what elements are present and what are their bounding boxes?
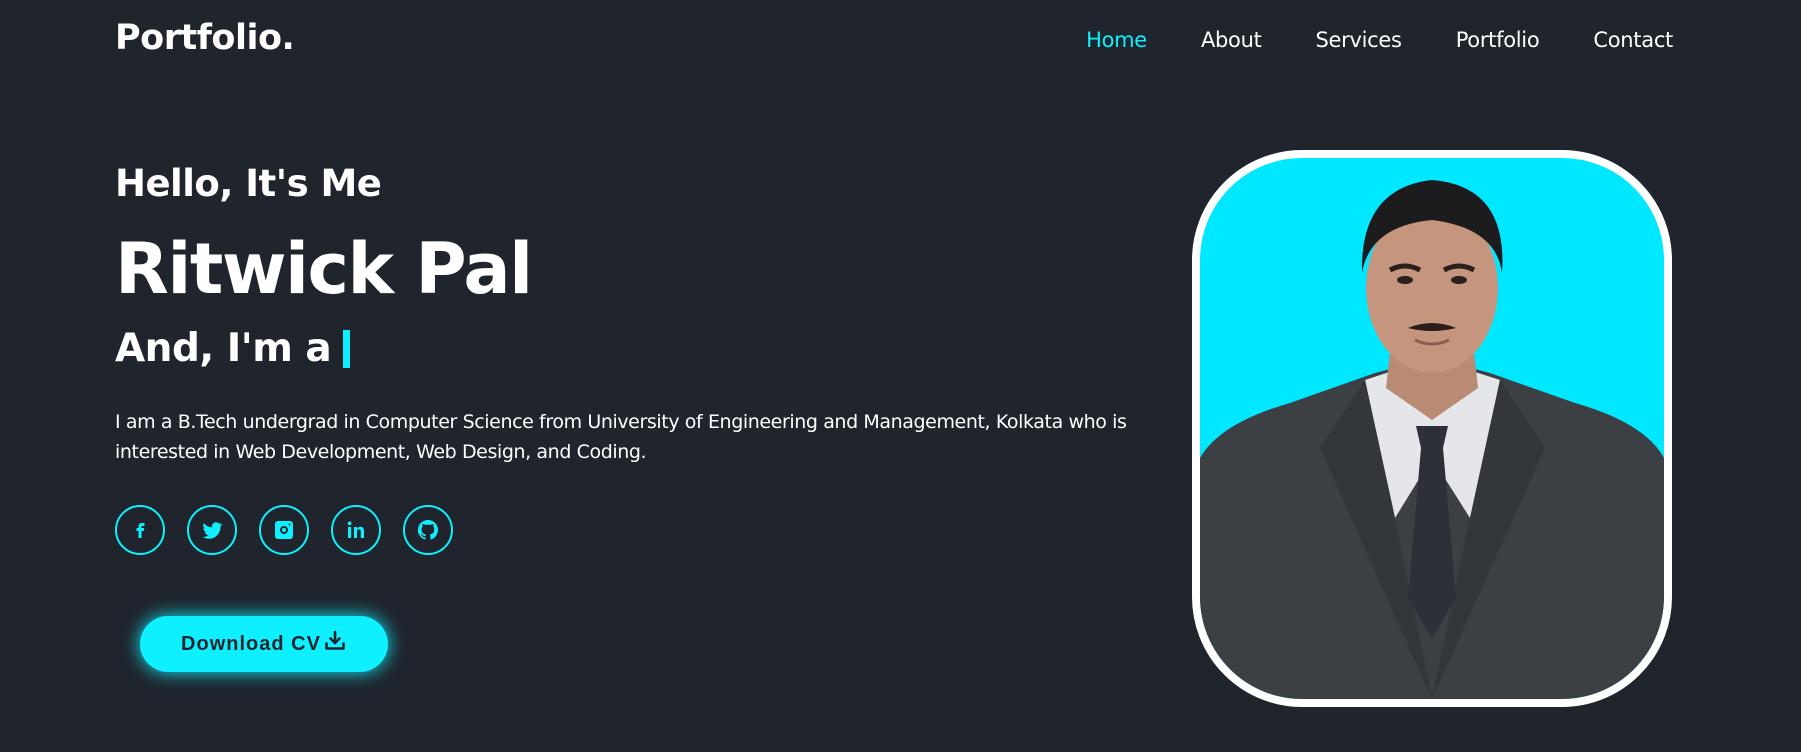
twitter-link[interactable]	[187, 505, 237, 555]
linkedin-icon	[347, 521, 364, 538]
nav-services[interactable]: Services	[1316, 28, 1402, 52]
instagram-icon	[275, 521, 293, 539]
instagram-link[interactable]	[259, 505, 309, 555]
hero-role-prefix: And, I'm a	[115, 326, 332, 371]
hero-role: And, I'm a	[115, 326, 351, 371]
hero-greeting: Hello, It's Me	[115, 162, 382, 205]
hero-bio: I am a B.Tech undergrad in Computer Scie…	[115, 411, 1127, 463]
nav-portfolio[interactable]: Portfolio	[1456, 28, 1540, 52]
github-icon	[417, 519, 438, 540]
typing-cursor	[343, 329, 351, 368]
linkedin-link[interactable]	[331, 505, 381, 555]
nav-about[interactable]: About	[1201, 28, 1262, 52]
twitter-icon	[202, 522, 223, 539]
nav-contact[interactable]: Contact	[1593, 28, 1673, 52]
facebook-link[interactable]	[115, 505, 165, 555]
github-link[interactable]	[403, 505, 453, 555]
facebook-icon	[136, 523, 145, 538]
social-links	[115, 505, 453, 555]
logo[interactable]: Portfolio.	[115, 18, 295, 58]
download-icon	[325, 630, 345, 650]
hero-name: Ritwick Pal	[115, 228, 533, 310]
download-cv-button[interactable]: Download CV	[140, 616, 388, 672]
main-nav: Home About Services Portfolio Contact	[1032, 28, 1673, 52]
profile-photo	[1192, 150, 1672, 707]
download-cv-label: Download CV	[181, 632, 321, 655]
profile-portrait	[1200, 180, 1664, 699]
portfolio-page: Portfolio. Home About Services Portfolio…	[0, 0, 1801, 752]
nav-home[interactable]: Home	[1086, 28, 1147, 52]
